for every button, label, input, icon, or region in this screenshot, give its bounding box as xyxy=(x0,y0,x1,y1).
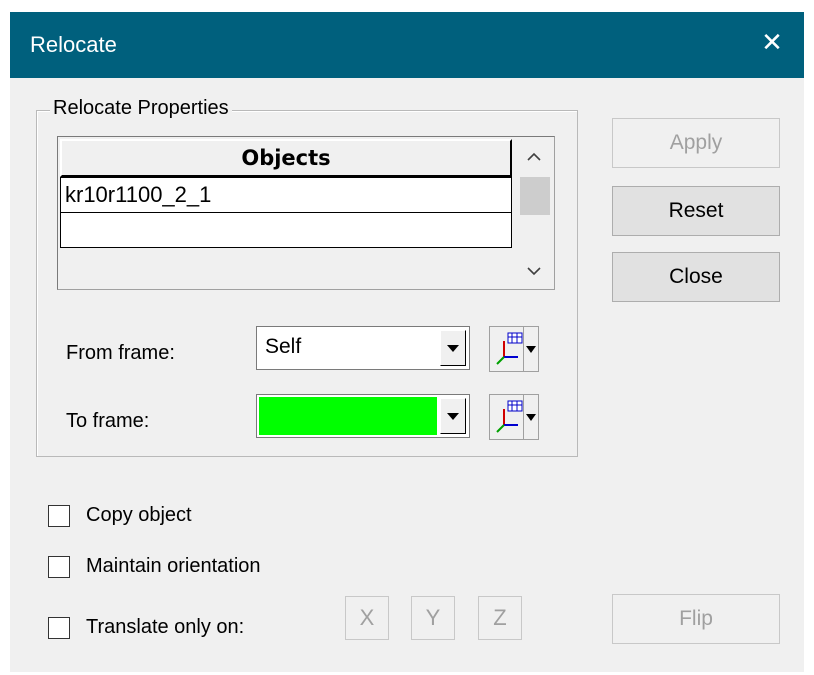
chevron-down-icon[interactable] xyxy=(516,255,552,285)
frame-axes-icon xyxy=(496,332,523,365)
translate-only-checkbox[interactable] xyxy=(48,617,70,639)
reset-button[interactable]: Reset xyxy=(612,186,780,236)
grid-row[interactable]: kr10r1100_2_1 xyxy=(60,177,512,213)
to-frame-picker-button[interactable] xyxy=(489,394,539,440)
objects-column-header[interactable]: Objects xyxy=(60,139,512,177)
from-frame-select[interactable]: Self xyxy=(256,326,470,370)
frame-axes-icon xyxy=(496,400,523,433)
copy-object-label: Copy object xyxy=(86,504,192,526)
to-frame-label: To frame: xyxy=(66,410,150,432)
translate-only-label: Translate only on: xyxy=(86,616,245,638)
group-label: Relocate Properties xyxy=(50,97,232,120)
apply-button[interactable]: Apply xyxy=(612,118,780,168)
window-title: Relocate xyxy=(30,32,117,57)
maintain-orientation-label: Maintain orientation xyxy=(86,555,261,577)
grid-row[interactable] xyxy=(60,212,512,248)
chevron-down-icon[interactable] xyxy=(523,327,538,371)
close-button[interactable]: Close xyxy=(612,252,780,302)
to-frame-color-fill xyxy=(259,397,437,435)
chevron-up-icon[interactable] xyxy=(516,141,552,171)
maintain-orientation-checkbox[interactable] xyxy=(48,556,70,578)
from-frame-value: Self xyxy=(265,335,302,358)
chevron-down-icon[interactable] xyxy=(440,398,466,434)
scroll-thumb[interactable] xyxy=(520,177,550,215)
chevron-down-icon[interactable] xyxy=(523,395,538,439)
to-frame-select[interactable] xyxy=(256,394,470,438)
axis-z-button[interactable]: Z xyxy=(478,596,522,640)
copy-object-checkbox[interactable] xyxy=(48,505,70,527)
axis-x-button[interactable]: X xyxy=(345,596,389,640)
grid-scrollbar[interactable] xyxy=(516,139,552,285)
title-bar[interactable]: Relocate ✕ xyxy=(10,12,804,78)
from-frame-picker-button[interactable] xyxy=(489,326,539,372)
close-icon[interactable]: ✕ xyxy=(758,28,786,56)
flip-button[interactable]: Flip xyxy=(612,594,780,644)
chevron-down-icon[interactable] xyxy=(440,330,466,366)
axis-y-button[interactable]: Y xyxy=(411,596,455,640)
objects-grid[interactable]: Objects kr10r1100_2_1 xyxy=(57,136,555,290)
from-frame-label: From frame: xyxy=(66,342,175,364)
